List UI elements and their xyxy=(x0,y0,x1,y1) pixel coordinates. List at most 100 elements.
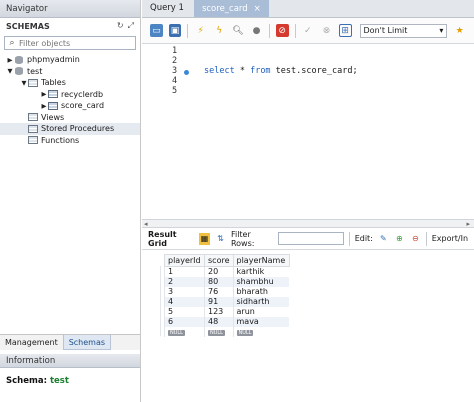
table-cell[interactable]: 80 xyxy=(204,276,233,287)
rollback-icon[interactable]: ⊗ xyxy=(320,24,333,37)
execute-icon[interactable]: ⚡ xyxy=(194,24,207,37)
save-icon[interactable]: ▣ xyxy=(168,24,182,37)
scroll-right-icon[interactable]: ▸ xyxy=(466,220,470,228)
line-number: 4 xyxy=(172,76,178,86)
table-cell[interactable]: 76 xyxy=(204,286,233,297)
table-row[interactable]: 1 20 karthik xyxy=(164,266,289,277)
sql-keyword: from xyxy=(250,66,271,76)
chevron-down-icon: ▾ xyxy=(439,26,444,35)
tab-schemas[interactable]: Schemas xyxy=(62,335,112,350)
limit-select[interactable]: Don't Limit ▾ xyxy=(359,23,448,38)
table-cell[interactable]: 2 xyxy=(164,276,205,287)
table-cell[interactable]: NULL xyxy=(232,326,289,337)
table-cell[interactable]: 3 xyxy=(164,286,205,297)
tree-item-phpmyadmin[interactable]: ▶ phpmyadmin xyxy=(0,54,140,66)
collapse-arrow-icon[interactable]: ▼ xyxy=(6,67,14,75)
filter-objects-input[interactable] xyxy=(19,38,129,48)
schemas-label: SCHEMAS xyxy=(6,21,50,31)
table-cell[interactable]: bharath xyxy=(232,286,289,297)
edit-row-icon[interactable]: ✎ xyxy=(378,233,389,245)
close-icon[interactable]: × xyxy=(254,4,261,14)
table-cell[interactable]: 5 xyxy=(164,306,205,317)
tree-item-views[interactable]: Views xyxy=(0,112,140,124)
table-cell[interactable]: sidharth xyxy=(232,296,289,307)
information-title: Information xyxy=(0,354,140,368)
autocommit-icon[interactable]: ⊞ xyxy=(338,24,352,37)
views-folder-icon xyxy=(28,113,38,122)
table-row[interactable]: 3 76 bharath xyxy=(164,286,289,297)
table-row-new[interactable]: NULL NULL NULL xyxy=(164,326,289,337)
table-cell[interactable]: 20 xyxy=(204,266,233,277)
sql-toolbar: ▭ ▣ ⚡ ϟ 🔍︎ ● ⊘ ✓ ⊗ ⊞ Don't Limit ▾ ★ xyxy=(142,18,474,44)
tab-query-1[interactable]: Query 1 xyxy=(142,0,192,17)
scroll-left-icon[interactable]: ◂ xyxy=(144,220,148,228)
table-cell[interactable]: 123 xyxy=(204,306,233,317)
edit-label: Edit: xyxy=(354,234,373,243)
toolbar-separator xyxy=(268,23,270,38)
null-badge: NULL xyxy=(208,330,225,336)
table-cell[interactable]: 6 xyxy=(164,316,205,327)
sql-query-text[interactable]: select * from test.score_card; xyxy=(204,66,358,76)
collapse-arrow-icon[interactable]: ▼ xyxy=(20,79,28,87)
open-file-icon[interactable]: ▭ xyxy=(150,24,163,37)
expand-arrow-icon[interactable]: ▶ xyxy=(6,56,14,64)
sql-text: * xyxy=(234,66,251,76)
table-row[interactable]: 2 80 shambhu xyxy=(164,276,289,287)
table-cell[interactable]: 4 xyxy=(164,296,205,307)
stop-icon[interactable]: ● xyxy=(250,24,263,37)
refresh-results-icon[interactable]: ⇅ xyxy=(215,233,226,245)
delete-row-icon[interactable]: ⊖ xyxy=(410,233,421,245)
filter-rows-label: Filter Rows: xyxy=(230,229,255,248)
schema-info: Schema: test xyxy=(6,376,69,386)
explain-icon[interactable]: 🔍︎ xyxy=(232,24,245,37)
tree-item-recyclerdb[interactable]: ▶ recyclerdb xyxy=(0,89,140,101)
table-cell[interactable]: NULL xyxy=(164,326,205,337)
export-import-label[interactable]: Export/In xyxy=(432,234,468,243)
tree-item-functions[interactable]: Functions xyxy=(0,135,140,147)
sql-editor[interactable]: 1 2 3 4 5 select * from test.score_card; xyxy=(142,44,474,219)
table-row[interactable]: 6 48 mava xyxy=(164,316,289,327)
commit-icon[interactable]: ✓ xyxy=(302,24,315,37)
expand-arrow-icon[interactable]: ▶ xyxy=(40,90,48,98)
result-grid-label[interactable]: Result Grid xyxy=(148,230,194,248)
tab-score-card[interactable]: score_card × xyxy=(193,0,269,17)
column-header[interactable]: playerId xyxy=(164,254,205,267)
table-cell[interactable]: mava xyxy=(232,316,289,327)
search-icon: ⌕ xyxy=(9,38,15,48)
column-header[interactable]: playerName xyxy=(232,254,290,267)
null-badge: NULL xyxy=(236,330,254,336)
filter-rows-input[interactable] xyxy=(277,232,344,245)
table-cell[interactable]: karthik xyxy=(232,266,289,277)
tab-management[interactable]: Management xyxy=(0,335,63,350)
navigator-tabs: Management Schemas xyxy=(0,334,140,350)
tree-item-stored-procedures[interactable]: Stored Procedures xyxy=(0,123,140,135)
tree-item-test[interactable]: ▼ test xyxy=(0,66,140,78)
refresh-icon[interactable]: ↻ xyxy=(117,21,124,31)
panel-splitter[interactable]: ◂ ▸ xyxy=(142,219,474,228)
table-cell[interactable]: shambhu xyxy=(232,276,289,287)
toolbar-separator xyxy=(187,23,189,38)
table-row[interactable]: 4 91 sidharth xyxy=(164,296,289,307)
tree-item-label: test xyxy=(27,66,43,76)
add-row-icon[interactable]: ⊕ xyxy=(394,233,405,245)
result-toolbar: Result Grid ▦ ⇅ Filter Rows: Edit: ✎ ⊕ ⊖… xyxy=(142,228,474,250)
table-cell[interactable]: 1 xyxy=(164,266,205,277)
tree-item-score-card[interactable]: ▶ score_card xyxy=(0,100,140,112)
toggle-error-icon[interactable]: ⊘ xyxy=(275,24,289,37)
table-cell[interactable]: 48 xyxy=(204,316,233,327)
tree-item-tables[interactable]: ▼ Tables xyxy=(0,77,140,89)
table-row[interactable]: 5 123 arun xyxy=(164,306,289,317)
procedures-folder-icon xyxy=(28,124,38,133)
table-cell[interactable]: arun xyxy=(232,306,289,317)
bookmark-star-icon[interactable]: ★ xyxy=(453,24,466,37)
schema-tree: ▶ phpmyadmin ▼ test ▼ Tables ▶ recyclerd… xyxy=(0,54,140,146)
table-cell[interactable]: NULL xyxy=(204,326,233,337)
filter-box[interactable]: ⌕ xyxy=(4,36,136,50)
column-header[interactable]: score xyxy=(204,254,234,267)
execute-current-icon[interactable]: ϟ xyxy=(213,24,226,37)
schema-info-value: test xyxy=(49,376,69,386)
grid-view-icon[interactable]: ▦ xyxy=(199,232,210,245)
expand-icon[interactable]: ⤢ xyxy=(128,21,134,31)
expand-arrow-icon[interactable]: ▶ xyxy=(40,102,48,110)
table-cell[interactable]: 91 xyxy=(204,296,233,307)
